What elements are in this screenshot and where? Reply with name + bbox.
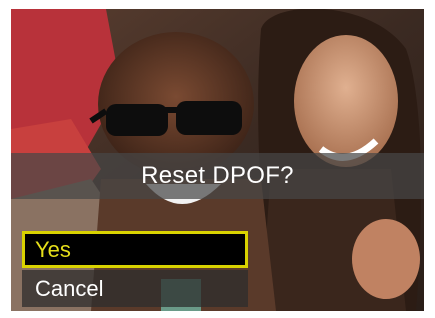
option-cancel[interactable]: Cancel <box>22 270 248 307</box>
option-yes-label: Yes <box>35 236 71 262</box>
option-menu: Yes Cancel <box>22 231 248 309</box>
dialog-prompt: Reset DPOF? <box>141 162 294 189</box>
camera-lcd-screen: Reset DPOF? Yes Cancel <box>11 9 424 311</box>
option-cancel-label: Cancel <box>35 275 104 301</box>
option-yes[interactable]: Yes <box>22 231 248 268</box>
prompt-bar: Reset DPOF? <box>11 153 424 199</box>
